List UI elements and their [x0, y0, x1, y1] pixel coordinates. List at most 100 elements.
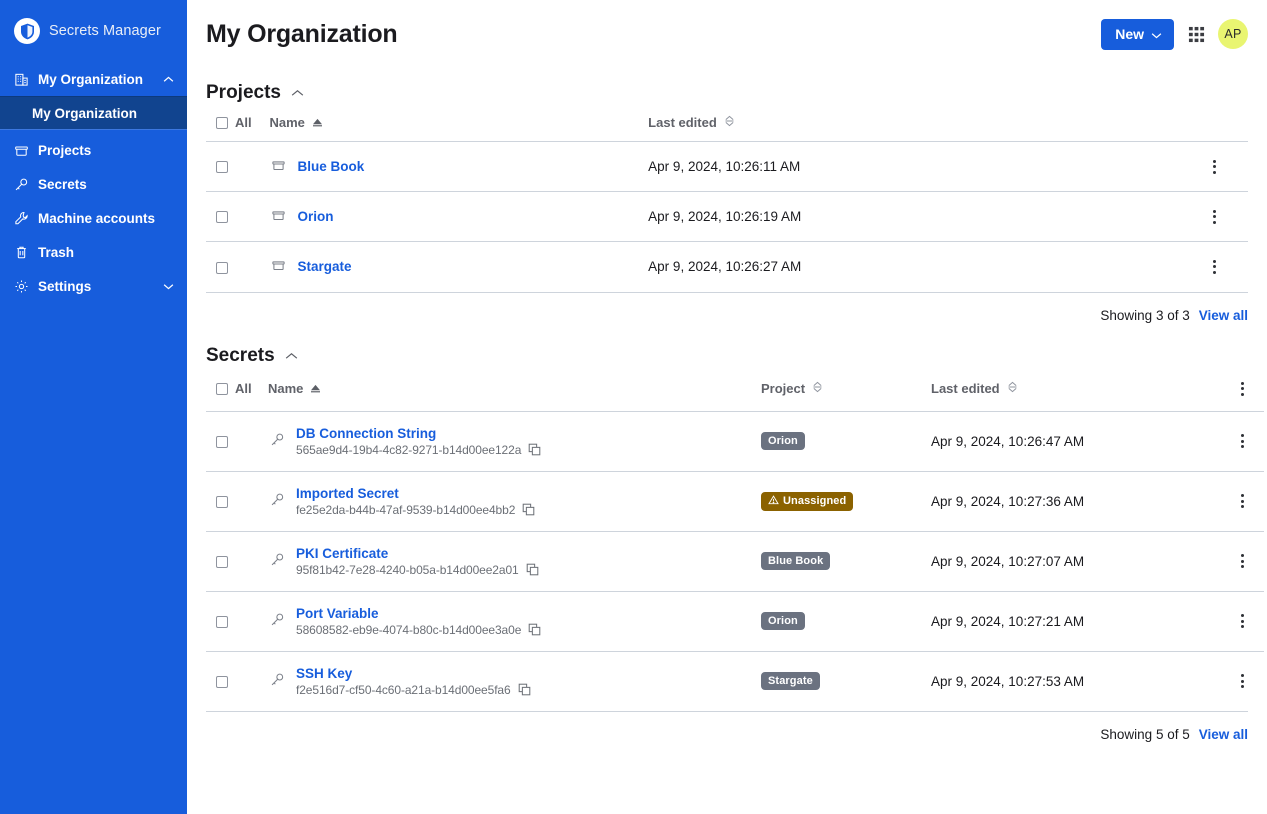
copy-icon[interactable]	[528, 443, 541, 456]
project-badge-label: Stargate	[768, 675, 813, 688]
sidebar-item-label: Secrets	[38, 176, 87, 192]
projects-section-header[interactable]: Projects	[206, 82, 304, 104]
top-bar: My Organization New AP	[206, 0, 1248, 66]
brand-name: Secrets Manager	[49, 23, 161, 39]
projects-view-all-link[interactable]: View all	[1199, 308, 1248, 323]
row-checkbox[interactable]	[216, 676, 228, 689]
sidebar-subitem-my-organization[interactable]: My Organization	[0, 96, 187, 130]
chevron-up-icon[interactable]	[291, 84, 304, 102]
chevron-down-icon[interactable]	[161, 279, 175, 293]
bulk-options-menu-icon[interactable]	[1233, 378, 1253, 400]
secret-name-link[interactable]: PKI Certificate	[296, 546, 539, 561]
sidebar-item-trash[interactable]: Trash	[0, 235, 187, 269]
sidebar-nav: My Organization My Organization Projects	[0, 62, 187, 303]
project-badge[interactable]: Orion	[761, 432, 805, 450]
sidebar-item-secrets[interactable]: Secrets	[0, 167, 187, 201]
row-checkbox-cell	[206, 411, 268, 471]
wrench-icon	[13, 210, 29, 226]
row-options-menu-icon[interactable]	[1233, 430, 1253, 452]
sort-ascending-icon[interactable]	[312, 115, 323, 130]
select-all-checkbox[interactable]	[216, 116, 228, 129]
sort-none-icon[interactable]	[724, 115, 735, 130]
project-name-link[interactable]: Orion	[297, 209, 333, 224]
row-project-cell: Orion	[761, 591, 931, 651]
secret-name-link[interactable]: Imported Secret	[296, 486, 535, 501]
copy-icon[interactable]	[522, 503, 535, 516]
secrets-table-body: DB Connection String 565ae9d4-19b4-4c82-…	[206, 411, 1264, 711]
projects-table-header: All Name Last edited	[206, 115, 1248, 142]
table-row: Port Variable 58608582-eb9e-4074-b80c-b1…	[206, 591, 1264, 651]
sidebar-item-my-organization[interactable]: My Organization	[0, 62, 187, 96]
row-name-cell: SSH Key f2e516d7-cf50-4c60-a21a-b14d00ee…	[268, 651, 761, 711]
apps-grid-icon[interactable]	[1187, 25, 1205, 43]
avatar[interactable]: AP	[1218, 19, 1248, 49]
copy-icon[interactable]	[528, 623, 541, 636]
row-options-menu-icon[interactable]	[1204, 156, 1224, 178]
brand[interactable]: Secrets Manager	[0, 0, 187, 62]
row-checkbox[interactable]	[216, 555, 228, 568]
secret-name-link[interactable]: DB Connection String	[296, 426, 541, 441]
key-icon	[270, 552, 285, 570]
new-button[interactable]: New	[1101, 18, 1174, 50]
select-all-label: All	[235, 381, 252, 396]
row-checkbox[interactable]	[216, 211, 228, 224]
secrets-view-all-link[interactable]: View all	[1199, 727, 1248, 742]
row-checkbox-cell	[206, 651, 268, 711]
sort-none-icon[interactable]	[1007, 381, 1018, 396]
secret-uuid: 58608582-eb9e-4074-b80c-b14d00ee3a0e	[296, 622, 522, 637]
chevron-up-icon[interactable]	[285, 347, 298, 365]
row-checkbox[interactable]	[216, 495, 228, 508]
secrets-table-header: All Name Project Last edited	[206, 378, 1264, 412]
row-actions-cell	[1221, 591, 1264, 651]
select-all-checkbox[interactable]	[216, 382, 228, 395]
project-name-link[interactable]: Stargate	[297, 259, 351, 274]
sidebar-item-label: My Organization	[38, 71, 144, 87]
projects-footer: Showing 3 of 3 View all	[206, 293, 1248, 323]
secrets-col-last-edited[interactable]: Last edited	[931, 378, 1221, 412]
row-actions-cell	[1221, 411, 1264, 471]
row-checkbox[interactable]	[216, 161, 228, 174]
project-badge-unassigned[interactable]: Unassigned	[761, 491, 854, 511]
row-options-menu-icon[interactable]	[1204, 206, 1224, 228]
row-checkbox[interactable]	[216, 615, 228, 628]
copy-icon[interactable]	[526, 563, 539, 576]
row-checkbox-cell	[206, 591, 268, 651]
project-badge[interactable]: Blue Book	[761, 552, 831, 570]
table-row: DB Connection String 565ae9d4-19b4-4c82-…	[206, 411, 1264, 471]
row-options-menu-icon[interactable]	[1233, 610, 1253, 632]
copy-icon[interactable]	[518, 683, 531, 696]
table-row: PKI Certificate 95f81b42-7e28-4240-b05a-…	[206, 531, 1264, 591]
chevron-up-icon[interactable]	[161, 72, 175, 86]
row-checkbox[interactable]	[216, 435, 228, 448]
organization-icon	[13, 71, 29, 87]
secret-name-link[interactable]: Port Variable	[296, 606, 541, 621]
projects-table-body: Blue Book Apr 9, 2024, 10:26:11 AM Orion…	[206, 141, 1248, 292]
row-options-menu-icon[interactable]	[1233, 670, 1253, 692]
row-options-menu-icon[interactable]	[1233, 490, 1253, 512]
secrets-section-header[interactable]: Secrets	[206, 345, 298, 367]
row-options-menu-icon[interactable]	[1233, 550, 1253, 572]
project-badge[interactable]: Stargate	[761, 672, 820, 691]
sidebar-item-label: Settings	[38, 278, 92, 294]
sidebar-item-machine-accounts[interactable]: Machine accounts	[0, 201, 187, 235]
row-actions-cell	[1221, 471, 1264, 531]
row-checkbox[interactable]	[216, 261, 228, 274]
project-name-link[interactable]: Blue Book	[297, 159, 364, 174]
key-icon	[270, 672, 285, 690]
projects-col-last-edited[interactable]: Last edited	[648, 115, 1180, 142]
secrets-col-name-label: Name	[268, 381, 304, 396]
row-checkbox-cell	[206, 242, 269, 292]
sidebar-item-label: Trash	[38, 244, 75, 260]
sort-none-icon[interactable]	[812, 381, 823, 396]
sort-ascending-icon[interactable]	[310, 381, 321, 396]
secrets-col-name[interactable]: Name	[268, 378, 761, 412]
sidebar-item-settings[interactable]: Settings	[0, 269, 187, 303]
secrets-col-actions	[1221, 378, 1264, 412]
project-badge[interactable]: Orion	[761, 612, 805, 630]
sidebar-item-projects[interactable]: Projects	[0, 133, 187, 167]
projects-col-name[interactable]: Name	[269, 115, 648, 142]
secrets-col-project[interactable]: Project	[761, 378, 931, 412]
projects-col-all: All	[206, 115, 269, 142]
secret-name-link[interactable]: SSH Key	[296, 666, 531, 681]
row-options-menu-icon[interactable]	[1204, 256, 1224, 278]
